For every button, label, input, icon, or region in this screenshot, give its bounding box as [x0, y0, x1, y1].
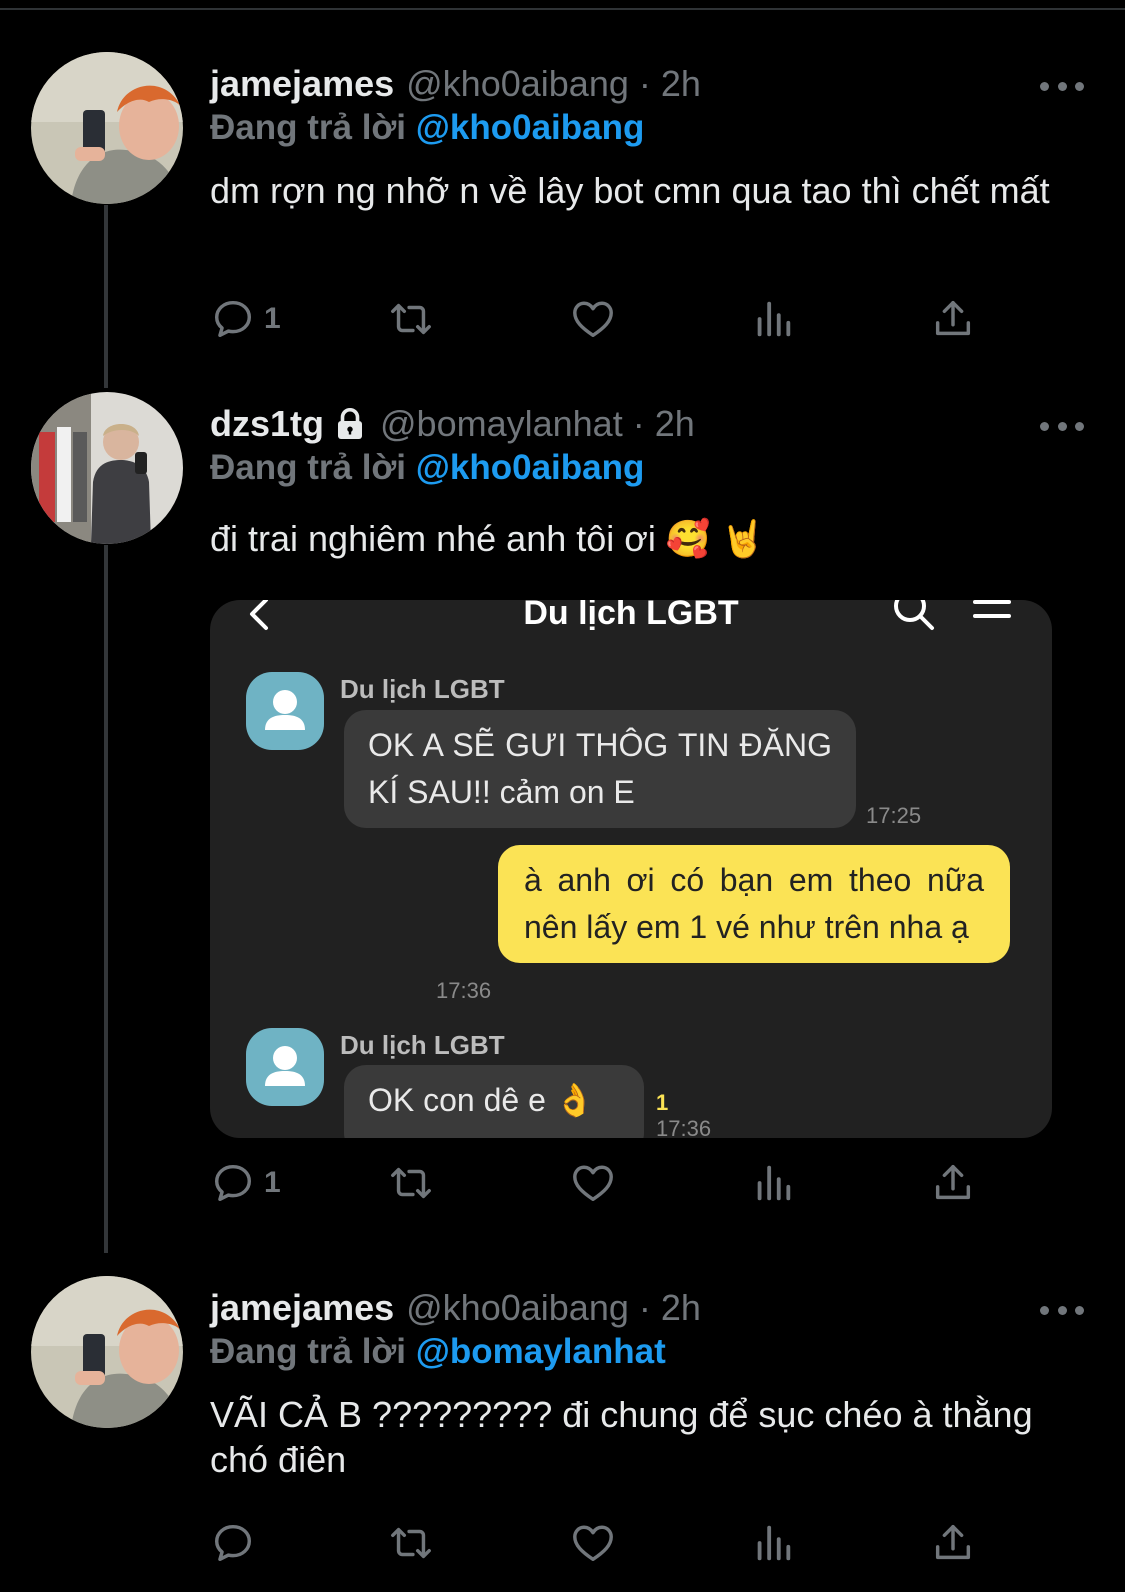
more-icon[interactable]	[1040, 76, 1084, 96]
share-icon	[935, 1164, 971, 1200]
chat-bubble-incoming: OK con dê e 👌	[344, 1065, 644, 1138]
bot-avatar	[246, 672, 324, 750]
display-name[interactable]: jamejames	[210, 63, 394, 105]
avatar[interactable]	[31, 52, 183, 204]
views-icon	[757, 1165, 791, 1201]
handle-time[interactable]: @bomaylanhat · 2h	[380, 403, 695, 445]
thread-connector	[104, 545, 108, 1253]
share-button[interactable]	[930, 1158, 976, 1208]
retweet-button[interactable]	[388, 1158, 434, 1208]
reply-button[interactable]: 1	[210, 294, 281, 344]
reply-icon	[214, 300, 252, 338]
search-icon	[894, 600, 934, 630]
reply-button[interactable]	[210, 1518, 264, 1568]
views-icon	[757, 1525, 791, 1561]
tweet-text: dm rợn ng nhỡ n về lây bot cmn qua tao t…	[210, 170, 1050, 211]
share-icon	[935, 300, 971, 336]
tweet-header: jamejames @kho0aibang · 2h	[210, 60, 701, 108]
lock-icon	[338, 408, 363, 439]
chat-sender: Du lịch LGBT	[340, 674, 505, 704]
retweet-button[interactable]	[388, 1518, 434, 1568]
action-bar: 1	[210, 1158, 1030, 1208]
reply-button[interactable]: 1	[210, 1158, 281, 1208]
like-button[interactable]	[570, 294, 616, 344]
reply-icon	[214, 1524, 252, 1562]
retweet-icon	[391, 1167, 431, 1199]
like-button[interactable]	[570, 1158, 616, 1208]
chat-time: 17:25	[866, 803, 922, 828]
mention-link[interactable]: @kho0aibang	[416, 108, 645, 147]
avatar[interactable]	[31, 1276, 183, 1428]
chat-time: 17:36	[436, 978, 492, 1003]
replying-to: Đang trả lời @kho0aibang	[210, 448, 645, 487]
more-icon[interactable]	[1040, 1300, 1084, 1320]
like-icon	[573, 1525, 613, 1562]
menu-icon	[973, 600, 1011, 618]
unread-count: 1	[656, 1090, 669, 1115]
display-name[interactable]: jamejames	[210, 1287, 394, 1329]
replying-to: Đang trả lời @kho0aibang	[210, 108, 645, 147]
like-button[interactable]	[570, 1518, 616, 1568]
replying-to: Đang trả lời @bomaylanhat	[210, 1332, 666, 1371]
mention-link[interactable]: @kho0aibang	[416, 448, 645, 487]
reply-count: 1	[264, 1166, 281, 1199]
views-button[interactable]	[750, 1158, 796, 1208]
thread-connector	[104, 205, 108, 388]
avatar[interactable]	[31, 392, 183, 544]
like-icon	[573, 301, 613, 338]
action-bar: 1	[210, 294, 1030, 344]
share-icon	[935, 1524, 971, 1560]
retweet-button[interactable]	[388, 294, 434, 344]
attached-image[interactable]: Du lịch LGBT Du lịch LGBT OK A SẼ GƯI TH…	[210, 600, 1052, 1138]
retweet-icon	[391, 1527, 431, 1559]
chat-time: 17:36	[656, 1116, 712, 1138]
share-button[interactable]	[930, 1518, 976, 1568]
tweet-text: VÃI CẢ B ????????? đi chung để sục chéo …	[210, 1394, 1033, 1480]
tweet-header: jamejames @kho0aibang · 2h	[210, 1284, 701, 1332]
handle-time[interactable]: @kho0aibang · 2h	[406, 1287, 701, 1329]
display-name[interactable]: dzs1tg	[210, 403, 324, 445]
views-button[interactable]	[750, 294, 796, 344]
mention-link[interactable]: @bomaylanhat	[416, 1332, 666, 1371]
chat-sender: Du lịch LGBT	[340, 1030, 505, 1060]
share-button[interactable]	[930, 294, 976, 344]
tweet-text: đi trai nghiêm nhé anh tôi ơi 🥰 🤘	[210, 518, 766, 559]
top-divider	[0, 8, 1125, 10]
chat-bubble-outgoing: à anh ơi có bạn em theo nữa nên lấy em 1…	[498, 845, 1010, 963]
like-icon	[573, 1165, 613, 1202]
tweet-header: dzs1tg @bomaylanhat · 2h	[210, 400, 695, 448]
chat-bubble-incoming: OK A SẼ GƯI THÔG TIN ĐĂNG KÍ SAU!! cảm o…	[344, 710, 856, 828]
views-button[interactable]	[750, 1518, 796, 1568]
views-icon	[757, 301, 791, 337]
handle-time[interactable]: @kho0aibang · 2h	[406, 63, 701, 105]
more-icon[interactable]	[1040, 416, 1084, 436]
reply-icon	[214, 1164, 252, 1202]
bot-avatar	[246, 1028, 324, 1106]
retweet-icon	[391, 303, 431, 335]
reply-count: 1	[264, 302, 281, 335]
action-bar	[210, 1518, 1030, 1568]
